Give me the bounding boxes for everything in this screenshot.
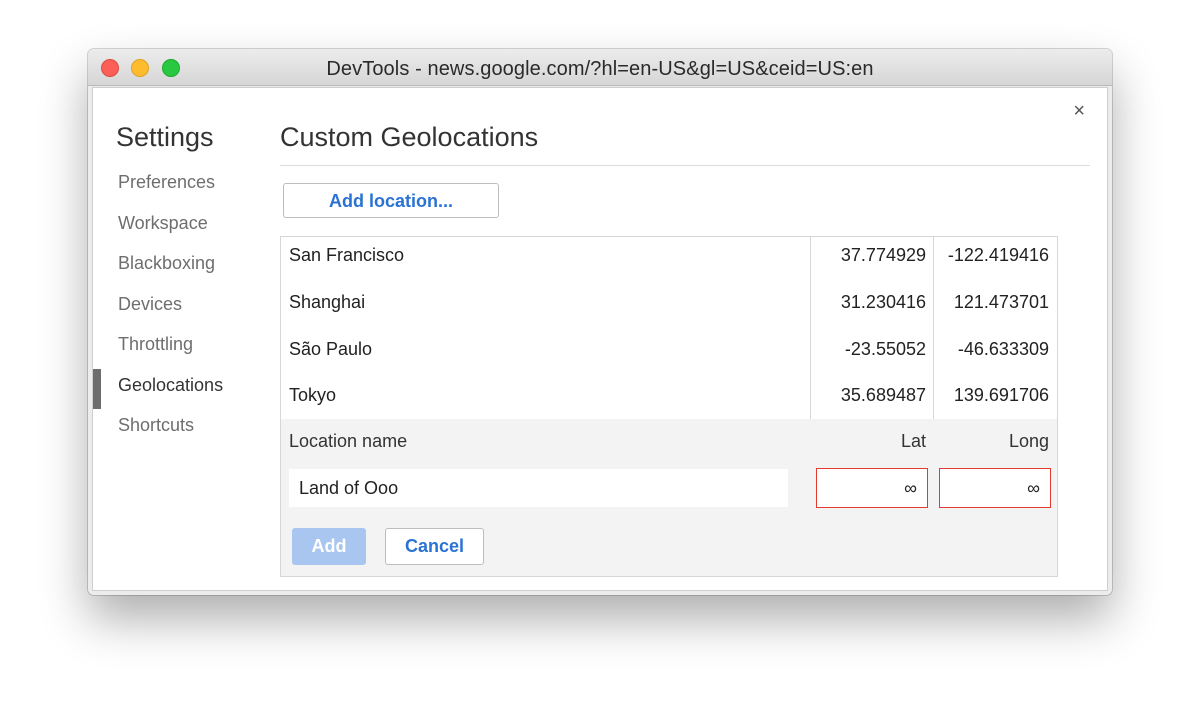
window-title: DevTools - news.google.com/?hl=en-US&gl=…	[326, 58, 874, 80]
add-button[interactable]: Add	[292, 528, 366, 565]
sidebar-item-label: Devices	[118, 293, 183, 314]
location-name: San Francisco	[289, 245, 405, 265]
sidebar-item-geolocations[interactable]: Geolocations	[93, 368, 273, 412]
selected-indicator	[93, 368, 101, 409]
page-title: Custom Geolocations	[280, 122, 539, 152]
sidebar-item-preferences[interactable]: Preferences	[93, 168, 273, 209]
table-row[interactable]: San Francisco 37.774929 -122.419416	[281, 237, 1057, 284]
add-location-button[interactable]: Add location...	[283, 183, 499, 218]
settings-title: Settings	[116, 122, 214, 152]
sidebar-item-devices[interactable]: Devices	[93, 290, 273, 331]
lat-input[interactable]	[816, 468, 928, 508]
sidebar-item-label: Shortcuts	[118, 415, 195, 435]
location-name: Shanghai	[289, 291, 366, 312]
location-name-input[interactable]	[289, 469, 788, 507]
title-divider	[280, 165, 1090, 166]
long-input[interactable]	[939, 468, 1051, 508]
table-row[interactable]: São Paulo -23.55052 -46.633309	[281, 331, 1057, 378]
location-lat: 37.774929	[840, 245, 926, 265]
location-long: 139.691706	[953, 385, 1049, 406]
location-name-label: Location name	[289, 431, 408, 451]
location-lat: -23.55052	[844, 338, 926, 359]
sidebar-item-label: Preferences	[118, 172, 216, 192]
sidebar-item-label: Workspace	[118, 212, 208, 233]
location-long: -46.633309	[957, 338, 1049, 359]
table-row[interactable]: Shanghai 31.230416 121.473701	[281, 284, 1057, 331]
sidebar-item-label: Blackboxing	[118, 253, 216, 273]
close-icon[interactable]: ×	[1073, 100, 1085, 123]
location-name: São Paulo	[289, 338, 373, 359]
devtools-window: DevTools - news.google.com/?hl=en-US&gl=…	[88, 49, 1112, 595]
long-label: Long	[1008, 431, 1049, 451]
sidebar-item-throttling[interactable]: Throttling	[93, 330, 273, 371]
location-long: -122.419416	[947, 245, 1049, 265]
title-bar: DevTools - news.google.com/?hl=en-US&gl=…	[88, 49, 1112, 86]
settings-sidebar: Preferences Workspace Blackboxing Device…	[93, 168, 273, 452]
settings-dialog: × Settings Preferences Workspace Blackbo…	[92, 87, 1108, 591]
location-editor: Location name Lat Long Add Cancel	[281, 419, 1057, 576]
sidebar-item-shortcuts[interactable]: Shortcuts	[93, 411, 273, 452]
lat-label: Lat	[900, 431, 926, 451]
sidebar-item-label: Geolocations	[118, 374, 224, 395]
locations-table: San Francisco 37.774929 -122.419416 Shan…	[280, 236, 1058, 577]
location-lat: 31.230416	[840, 291, 926, 312]
sidebar-item-blackboxing[interactable]: Blackboxing	[93, 249, 273, 290]
location-long: 121.473701	[953, 291, 1049, 312]
sidebar-item-workspace[interactable]: Workspace	[93, 209, 273, 250]
location-lat: 35.689487	[840, 385, 926, 406]
cancel-button[interactable]: Cancel	[385, 528, 484, 565]
location-name: Tokyo	[289, 385, 337, 406]
table-row[interactable]: Tokyo 35.689487 139.691706	[281, 377, 1057, 424]
sidebar-item-label: Throttling	[118, 334, 194, 354]
